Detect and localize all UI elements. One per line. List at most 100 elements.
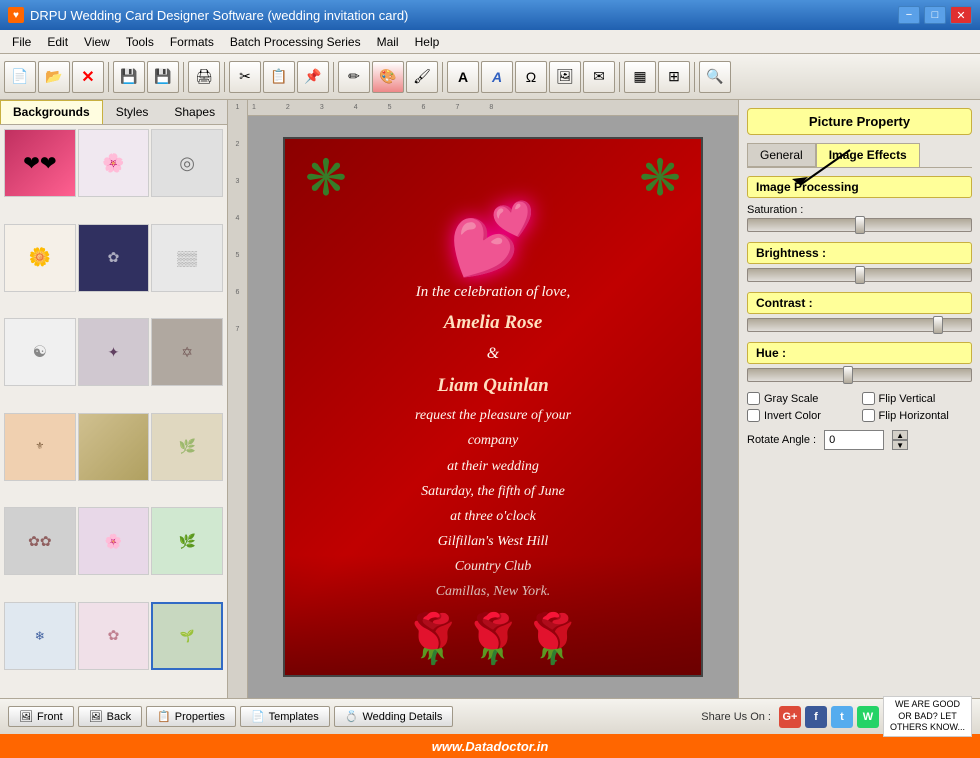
menu-batch[interactable]: Batch Processing Series: [222, 33, 369, 51]
back-button[interactable]: 🖼 Back: [78, 706, 142, 727]
thumb-bg16[interactable]: ❄: [4, 602, 76, 670]
vertical-ruler: 123 45 67: [228, 100, 248, 698]
templates-button[interactable]: 📄 Templates: [240, 706, 330, 727]
brightness-thumb[interactable]: [855, 266, 865, 284]
card-line5: Saturday, the fifth of June: [325, 479, 661, 504]
thumb-bg9[interactable]: ✡: [151, 318, 223, 386]
brightness-track[interactable]: [747, 268, 972, 282]
saturation-track[interactable]: [747, 218, 972, 232]
thumb-bg17[interactable]: ✿: [78, 602, 150, 670]
window-controls: − □ ✕: [898, 6, 972, 24]
badge-line2: OR BAD? LET: [890, 711, 965, 723]
draw-button[interactable]: ✏: [338, 61, 370, 93]
save-as-button[interactable]: 💾: [147, 61, 179, 93]
close-doc-button[interactable]: ✕: [72, 61, 104, 93]
card-line1: In the celebration of love,: [325, 279, 661, 306]
thumb-bg1[interactable]: ❤❤: [4, 129, 76, 197]
menu-tools[interactable]: Tools: [118, 33, 162, 51]
restore-button[interactable]: □: [924, 6, 946, 24]
menu-edit[interactable]: Edit: [39, 33, 76, 51]
back-icon: 🖼: [89, 710, 103, 723]
hue-track[interactable]: [747, 368, 972, 382]
hue-thumb[interactable]: [843, 366, 853, 384]
save-button[interactable]: 💾: [113, 61, 145, 93]
thumb-bg3[interactable]: ◎: [151, 129, 223, 197]
flip-vertical-checkbox[interactable]: [862, 392, 875, 405]
zoom-in-button[interactable]: 🔍: [699, 61, 731, 93]
wedding-icon: 💍: [345, 710, 359, 723]
templates-icon: 📄: [251, 710, 265, 723]
saturation-group: Saturation :: [747, 204, 972, 232]
wordart-button[interactable]: A: [481, 61, 513, 93]
google-plus-icon[interactable]: G+: [779, 706, 801, 728]
thumb-bg13[interactable]: ✿✿: [4, 507, 76, 575]
checkbox-group: Gray Scale Flip Vertical Invert Color Fl…: [747, 392, 972, 422]
facebook-icon[interactable]: f: [805, 706, 827, 728]
cut-button[interactable]: ✂: [229, 61, 261, 93]
saturation-thumb[interactable]: [855, 216, 865, 234]
card-name2: Liam Quinlan: [325, 369, 661, 403]
wedding-details-button[interactable]: 💍 Wedding Details: [334, 706, 454, 727]
thumb-bg18[interactable]: 🌱: [151, 602, 223, 670]
rose-decoration: 🌹🌹🌹: [285, 555, 701, 675]
gray-scale-checkbox[interactable]: [747, 392, 760, 405]
flip-horizontal-checkbox[interactable]: [862, 409, 875, 422]
brightness-header: Brightness :: [747, 242, 972, 264]
saturation-label: Saturation :: [747, 204, 972, 216]
thumb-bg15[interactable]: 🌿: [151, 507, 223, 575]
app-title: DRPU Wedding Card Designer Software (wed…: [30, 8, 408, 23]
properties-button[interactable]: 📋 Properties: [146, 706, 236, 727]
whatsapp-icon[interactable]: W: [857, 706, 879, 728]
thumb-bg8[interactable]: ✦: [78, 318, 150, 386]
brush-button[interactable]: 🖌: [406, 61, 438, 93]
contrast-track[interactable]: [747, 318, 972, 332]
contrast-header: Contrast :: [747, 292, 972, 314]
menu-mail[interactable]: Mail: [369, 33, 407, 51]
new-button[interactable]: 📄: [4, 61, 36, 93]
copy-button[interactable]: 📋: [263, 61, 295, 93]
main-toolbar: 📄 📂 ✕ 💾 💾 🖨 ✂ 📋 📌 ✏ 🎨 🖌 A A Ω 🖼 ✉ ▦ ⊞ 🔍: [0, 54, 980, 100]
open-button[interactable]: 📂: [38, 61, 70, 93]
card-ampersand: &: [325, 340, 661, 369]
envelope-button[interactable]: ✉: [583, 61, 615, 93]
left-panel: Backgrounds Styles Shapes ❤❤ 🌸 ◎ 🌼: [0, 100, 228, 698]
text-button[interactable]: A: [447, 61, 479, 93]
thumb-bg6[interactable]: ▒▒: [151, 224, 223, 292]
menu-view[interactable]: View: [76, 33, 118, 51]
color-button[interactable]: 🎨: [372, 61, 404, 93]
tab-backgrounds[interactable]: Backgrounds: [0, 100, 103, 124]
front-button[interactable]: 🖼 Front: [8, 706, 74, 727]
minimize-button[interactable]: −: [898, 6, 920, 24]
spin-down[interactable]: ▼: [892, 440, 908, 450]
barcode-button[interactable]: ▦: [624, 61, 656, 93]
thumb-bg14[interactable]: 🌸: [78, 507, 150, 575]
invert-color-checkbox[interactable]: [747, 409, 760, 422]
rotate-input[interactable]: [824, 430, 884, 450]
thumb-bg12[interactable]: 🌿: [151, 413, 223, 481]
qr-button[interactable]: ⊞: [658, 61, 690, 93]
spin-up[interactable]: ▲: [892, 430, 908, 440]
bottom-toolbar: 🖼 Front 🖼 Back 📋 Properties 📄 Templates …: [0, 698, 980, 734]
print-button[interactable]: 🖨: [188, 61, 220, 93]
thumb-bg2[interactable]: 🌸: [78, 129, 150, 197]
tab-shapes[interactable]: Shapes: [161, 100, 228, 124]
thumb-bg10[interactable]: ⚜: [4, 413, 76, 481]
twitter-icon[interactable]: t: [831, 706, 853, 728]
thumb-bg4[interactable]: 🌼: [4, 224, 76, 292]
gray-scale-label: Gray Scale: [764, 393, 818, 405]
close-button[interactable]: ✕: [950, 6, 972, 24]
wedding-card[interactable]: ❋ ❋ 💕 In the celebration of love, Amelia…: [283, 137, 703, 677]
thumb-bg5[interactable]: ✿: [78, 224, 150, 292]
tab-styles[interactable]: Styles: [103, 100, 162, 124]
paste-button[interactable]: 📌: [297, 61, 329, 93]
badge-line1: WE ARE GOOD: [890, 699, 965, 711]
thumb-bg7[interactable]: ☯: [4, 318, 76, 386]
menu-formats[interactable]: Formats: [162, 33, 222, 51]
contrast-thumb[interactable]: [933, 316, 943, 334]
image-button[interactable]: 🖼: [549, 61, 581, 93]
flip-horizontal-label: Flip Horizontal: [879, 410, 949, 422]
symbol-button[interactable]: Ω: [515, 61, 547, 93]
thumb-bg11[interactable]: [78, 413, 150, 481]
menu-file[interactable]: File: [4, 33, 39, 51]
menu-help[interactable]: Help: [407, 33, 448, 51]
